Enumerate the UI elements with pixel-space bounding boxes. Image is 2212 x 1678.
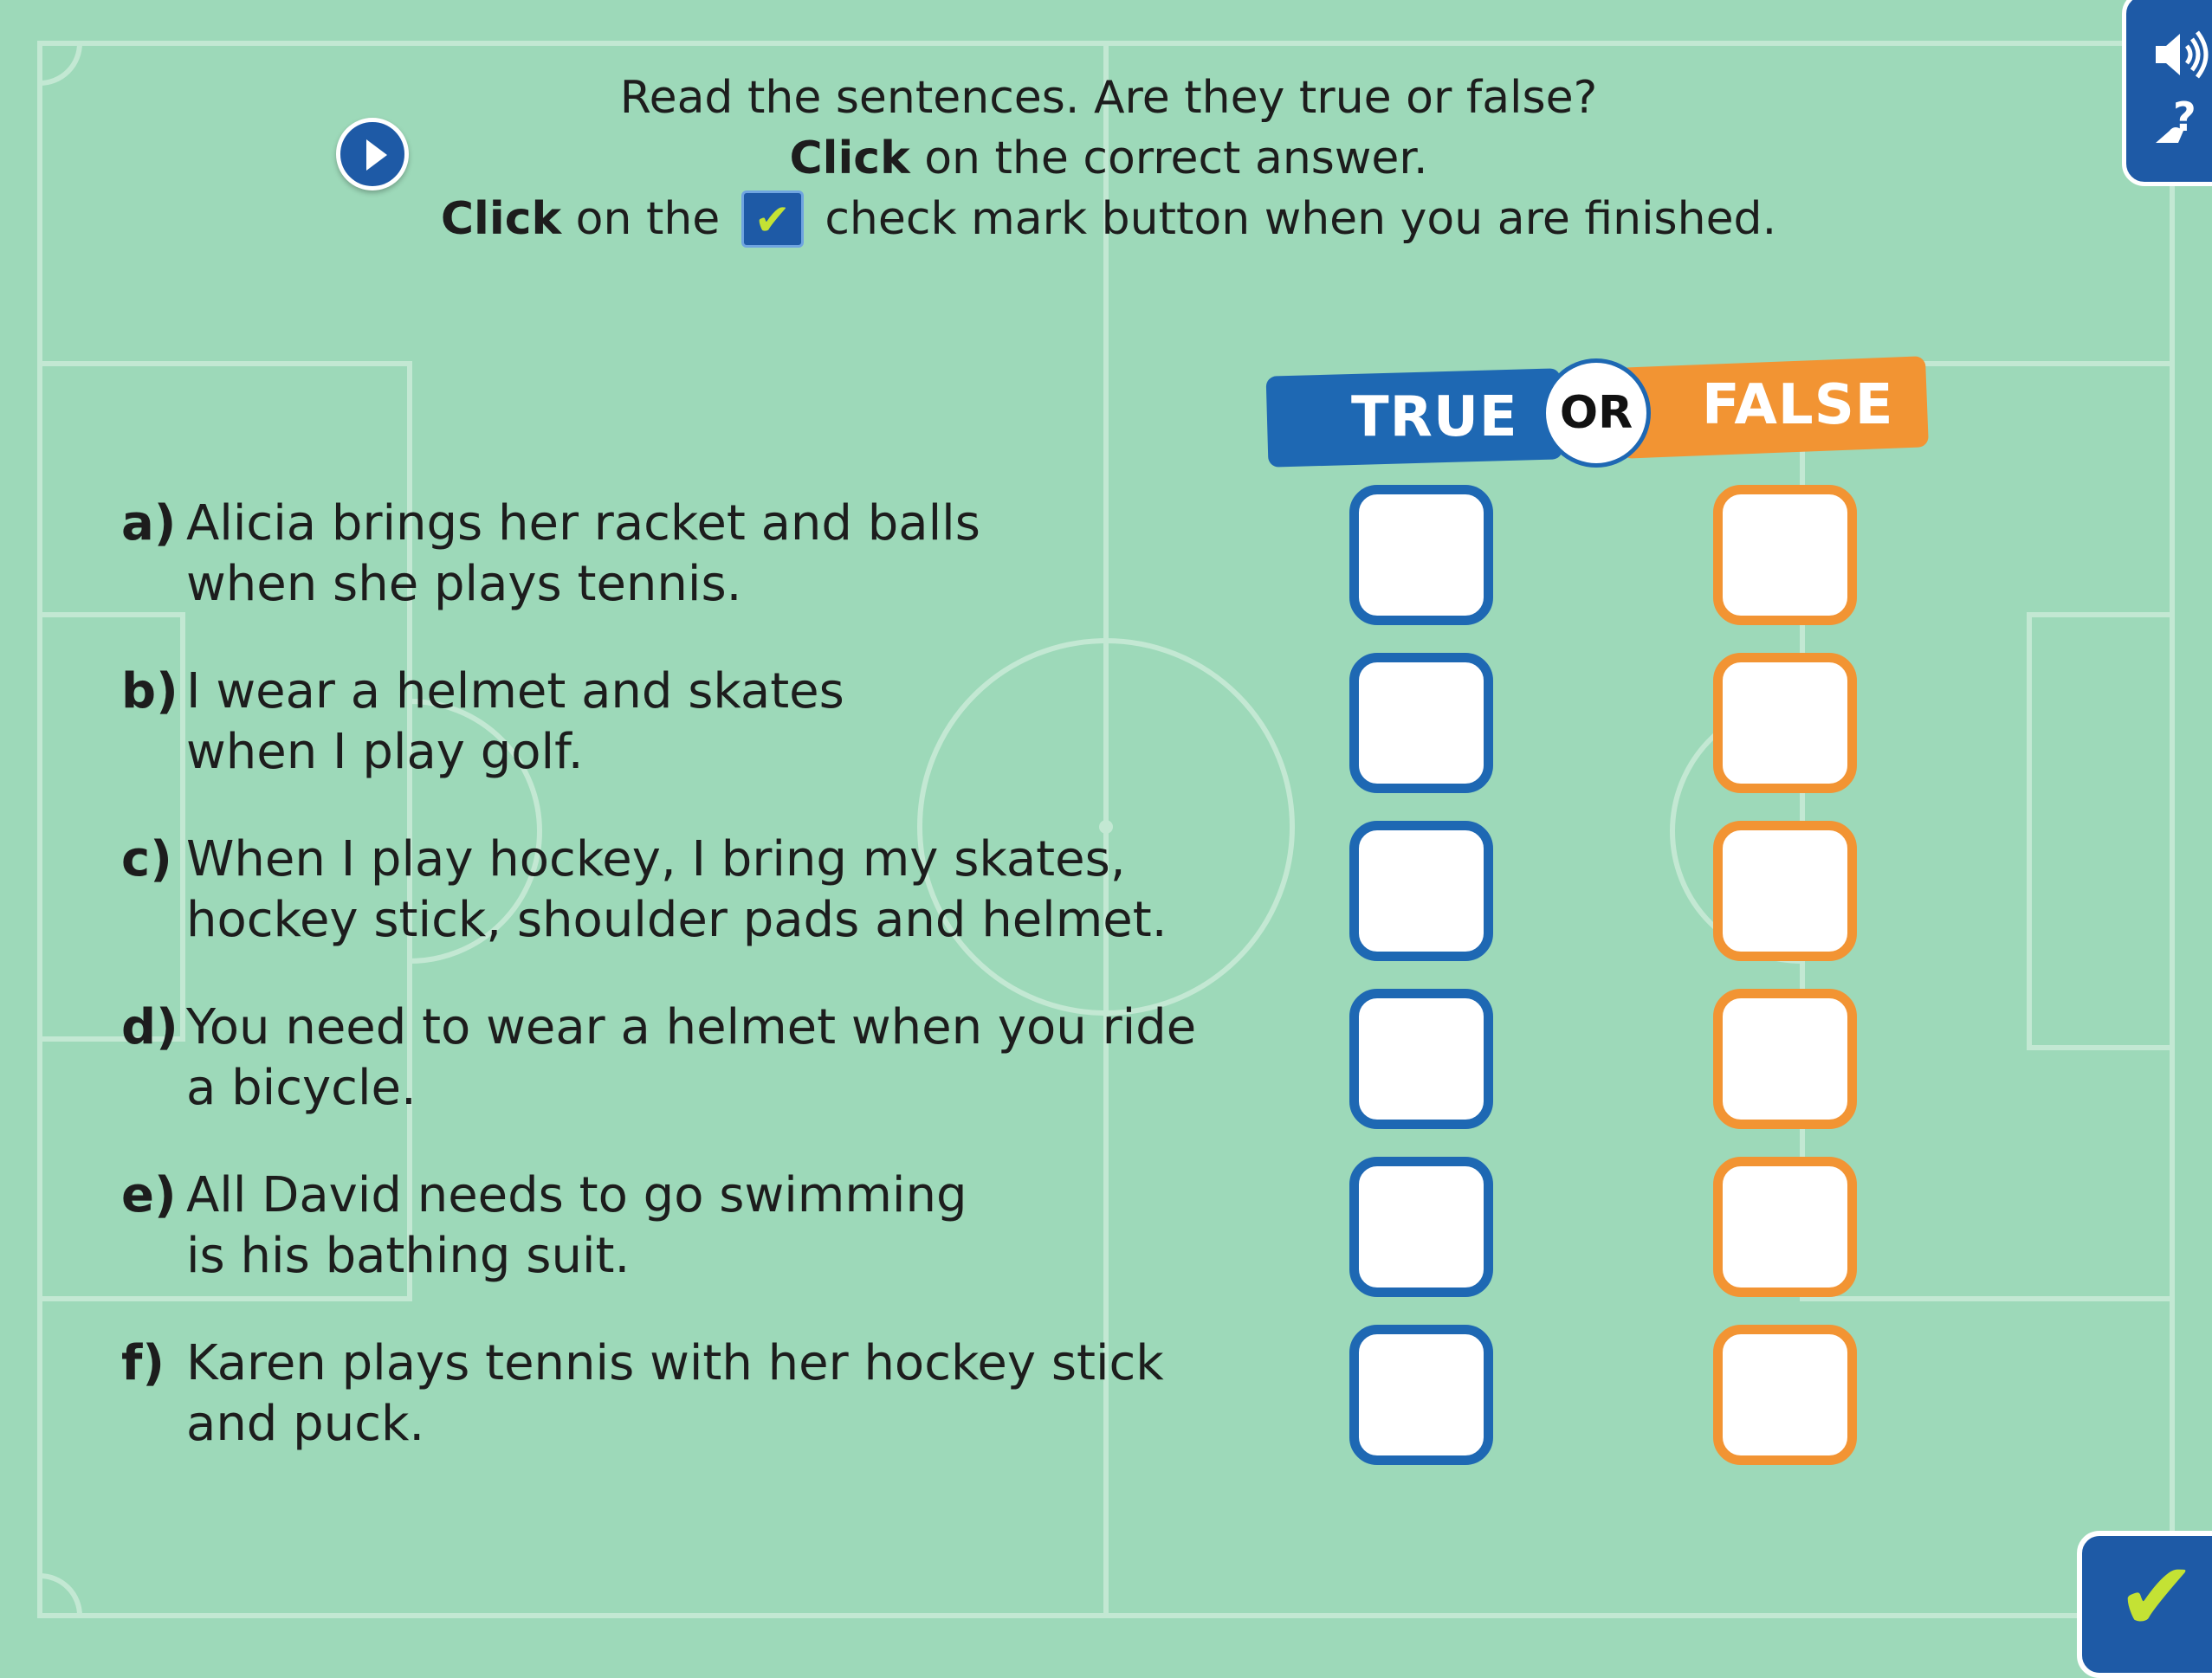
question-text-line-2: when I play golf. bbox=[186, 724, 584, 780]
help-icon[interactable]: ? bbox=[2144, 89, 2212, 158]
false-checkbox-b[interactable] bbox=[1713, 653, 1857, 793]
false-checkbox-a[interactable] bbox=[1713, 485, 1857, 625]
svg-text:?: ? bbox=[2173, 94, 2196, 140]
or-badge: OR bbox=[1542, 358, 1651, 468]
question-text-line-2: is his bathing suit. bbox=[186, 1228, 631, 1284]
true-checkbox-a[interactable] bbox=[1349, 485, 1493, 625]
question-a: a) Alicia brings her racket and balls wh… bbox=[121, 494, 1264, 615]
instruction-line-3-end: check mark button when you are finished. bbox=[810, 193, 1777, 245]
question-c: c) When I play hockey, I bring my skates… bbox=[121, 829, 1264, 951]
question-text-line-1: You need to wear a helmet when you ride bbox=[186, 999, 1197, 1055]
question-letter: f) bbox=[121, 1335, 165, 1391]
question-letter: d) bbox=[121, 999, 178, 1055]
submit-check-button[interactable]: ✔ bbox=[2077, 1531, 2212, 1678]
question-text-line-2: when she plays tennis. bbox=[186, 556, 742, 612]
false-checkbox-c[interactable] bbox=[1713, 821, 1857, 961]
question-text-line-2: a bicycle. bbox=[186, 1060, 417, 1116]
check-mark-icon: ✔ bbox=[2117, 1541, 2197, 1652]
instruction-line-3-text: on the bbox=[561, 193, 734, 245]
question-d: d) You need to wear a helmet when you ri… bbox=[121, 997, 1264, 1119]
question-letter: a) bbox=[121, 495, 177, 552]
question-letter: c) bbox=[121, 831, 172, 887]
true-checkbox-b[interactable] bbox=[1349, 653, 1493, 793]
or-label: OR bbox=[1559, 387, 1633, 439]
question-letter: e) bbox=[121, 1167, 177, 1223]
check-glyph: ✔ bbox=[754, 195, 791, 245]
question-text-line-1: I wear a helmet and skates bbox=[186, 663, 844, 720]
false-label: FALSE bbox=[1702, 373, 1894, 437]
true-or-false-banner: TRUE FALSE OR bbox=[1264, 346, 1929, 476]
true-checkbox-f[interactable] bbox=[1349, 1325, 1493, 1465]
question-text-line-2: hockey stick, shoulder pads and helmet. bbox=[186, 892, 1167, 948]
instruction-line-2-text: on the correct answer. bbox=[909, 132, 1428, 184]
question-b: b) I wear a helmet and skates when I pla… bbox=[121, 662, 1264, 783]
check-mark-icon: ✔ bbox=[741, 190, 804, 248]
true-checkbox-c[interactable] bbox=[1349, 821, 1493, 961]
side-tool-panel: ? bbox=[2122, 0, 2212, 186]
instructions: Read the sentences. Are they true or fal… bbox=[364, 68, 1853, 249]
question-text-line-1: When I play hockey, I bring my skates, bbox=[186, 831, 1126, 887]
question-text-line-1: All David needs to go swimming bbox=[186, 1167, 967, 1223]
false-checkbox-d[interactable] bbox=[1713, 989, 1857, 1129]
false-checkbox-f[interactable] bbox=[1713, 1325, 1857, 1465]
question-letter: b) bbox=[121, 663, 178, 720]
instruction-bold-click-2: Click bbox=[440, 193, 562, 245]
question-text-line-2: and puck. bbox=[186, 1396, 425, 1452]
instruction-line-3: Click on the ✔ check mark button when yo… bbox=[364, 189, 1853, 249]
question-text-line-1: Karen plays tennis with her hockey stick bbox=[186, 1335, 1164, 1391]
false-checkbox-e[interactable] bbox=[1713, 1157, 1857, 1297]
true-checkbox-e[interactable] bbox=[1349, 1157, 1493, 1297]
instruction-line-1: Read the sentences. Are they true or fal… bbox=[619, 72, 1598, 124]
true-checkbox-d[interactable] bbox=[1349, 989, 1493, 1129]
instruction-bold-click: Click bbox=[789, 132, 910, 184]
question-text-line-1: Alicia brings her racket and balls bbox=[186, 495, 980, 552]
instruction-line-2: Click on the correct answer. bbox=[364, 128, 1853, 189]
question-f: f) Karen plays tennis with her hockey st… bbox=[121, 1333, 1264, 1455]
speaker-icon[interactable] bbox=[2144, 20, 2212, 89]
true-label: TRUE bbox=[1351, 385, 1518, 449]
question-e: e) All David needs to go swimming is his… bbox=[121, 1165, 1264, 1287]
